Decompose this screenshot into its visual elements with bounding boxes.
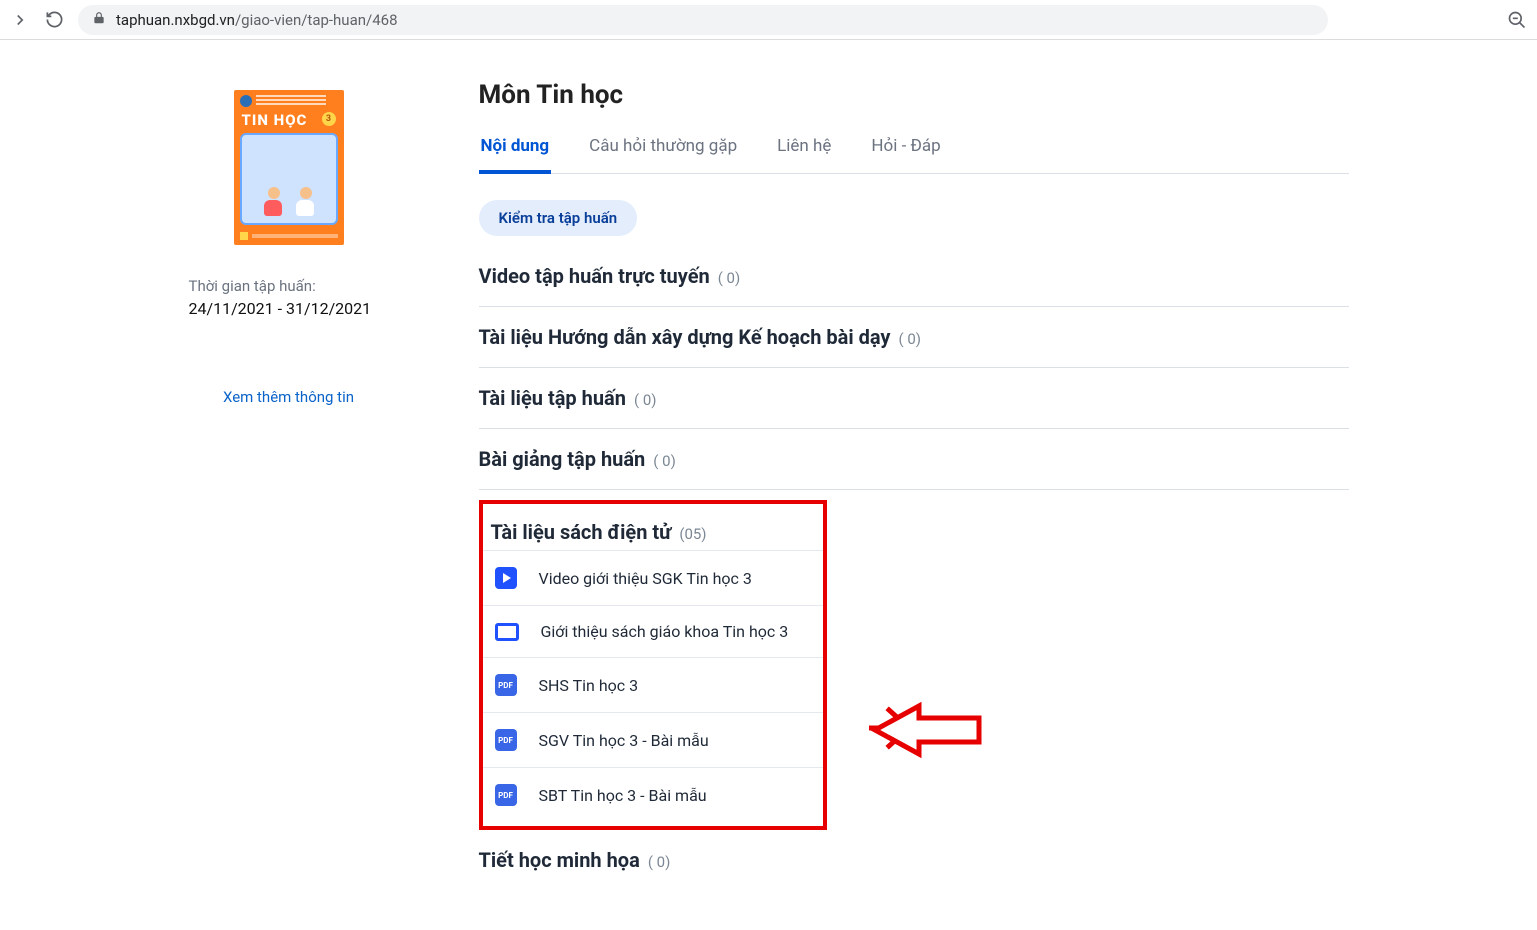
book-cover[interactable]: TIN HỌC 3 (234, 90, 344, 245)
section-count: ( 0) (653, 452, 676, 470)
reload-button[interactable] (44, 10, 64, 30)
ebook-item-label: SHS Tin học 3 (539, 676, 639, 695)
training-period-label: Thời gian tập huấn: (189, 277, 389, 295)
tab-hoi-dap[interactable]: Hỏi - Đáp (869, 128, 942, 173)
section-title: Tiết học minh họa (479, 848, 640, 872)
tab-cau-hoi[interactable]: Câu hỏi thường gặp (587, 128, 739, 173)
cover-title: TIN HỌC (234, 109, 316, 129)
sidebar: TIN HỌC 3 Thời gian tập huấn: 24/11/2021… (189, 60, 389, 890)
ebook-item[interactable]: PDF SBT Tin học 3 - Bài mẫu (483, 767, 823, 822)
forward-button[interactable] (10, 10, 30, 30)
training-period-value: 24/11/2021 - 31/12/2021 (189, 299, 389, 318)
ebook-highlight-box: Tài liệu sách điện tử (05) Video giới th… (479, 500, 827, 830)
ebook-item[interactable]: Giới thiệu sách giáo khoa Tin học 3 (483, 605, 823, 657)
ebook-item-label: Video giới thiệu SGK Tin học 3 (539, 569, 752, 588)
section-video[interactable]: Video tập huấn trực tuyến ( 0) (479, 246, 1349, 307)
section-title: Tài liệu tập huấn (479, 386, 626, 410)
section-count: (05) (679, 525, 706, 543)
section-lecture[interactable]: Bài giảng tập huấn ( 0) (479, 429, 1349, 490)
lock-icon (92, 11, 106, 29)
section-title: Video tập huấn trực tuyến (479, 264, 710, 288)
section-title: Tài liệu Hướng dẫn xây dựng Kế hoạch bài… (479, 325, 891, 349)
section-demo-lesson[interactable]: Tiết học minh họa ( 0) (479, 830, 1349, 890)
video-icon (495, 567, 517, 589)
publisher-logo-icon (240, 95, 252, 107)
exam-chip[interactable]: Kiểm tra tập huấn (479, 200, 638, 236)
tab-bar: Nội dung Câu hỏi thường gặp Liên hệ Hỏi … (479, 128, 1349, 174)
ebook-item[interactable]: Video giới thiệu SGK Tin học 3 (483, 550, 823, 605)
zoom-out-icon[interactable] (1507, 10, 1527, 30)
browser-chrome: taphuan.nxbgd.vn/giao-vien/tap-huan/468 (0, 0, 1537, 40)
page-title: Môn Tin học (479, 80, 1349, 110)
training-period: Thời gian tập huấn: 24/11/2021 - 31/12/2… (189, 277, 389, 318)
section-ebook[interactable]: Tài liệu sách điện tử (05) (483, 504, 823, 550)
more-info-link[interactable]: Xem thêm thông tin (223, 388, 354, 406)
main-content: Môn Tin học Nội dung Câu hỏi thường gặp … (479, 60, 1349, 890)
ebook-item[interactable]: PDF SGV Tin học 3 - Bài mẫu (483, 712, 823, 767)
section-count: ( 0) (648, 853, 671, 871)
section-guide[interactable]: Tài liệu Hướng dẫn xây dựng Kế hoạch bài… (479, 307, 1349, 368)
section-count: ( 0) (898, 330, 921, 348)
pdf-icon: PDF (495, 729, 517, 751)
section-title: Tài liệu sách điện tử (491, 520, 672, 544)
page-body: TIN HỌC 3 Thời gian tập huấn: 24/11/2021… (0, 40, 1537, 930)
tab-lien-he[interactable]: Liên hệ (775, 128, 833, 173)
slide-icon (495, 623, 519, 641)
ebook-item-label: Giới thiệu sách giáo khoa Tin học 3 (541, 622, 789, 641)
tab-noi-dung[interactable]: Nội dung (479, 128, 552, 174)
grade-badge: 3 (322, 112, 336, 126)
section-title: Bài giảng tập huấn (479, 447, 646, 471)
section-docs[interactable]: Tài liệu tập huấn ( 0) (479, 368, 1349, 429)
ebook-item-label: SBT Tin học 3 - Bài mẫu (539, 786, 707, 805)
ebook-item-label: SGV Tin học 3 - Bài mẫu (539, 731, 709, 750)
section-count: ( 0) (718, 269, 741, 287)
pdf-icon: PDF (495, 674, 517, 696)
section-count: ( 0) (634, 391, 657, 409)
pdf-icon: PDF (495, 784, 517, 806)
ebook-item[interactable]: PDF SHS Tin học 3 (483, 657, 823, 712)
url-text: taphuan.nxbgd.vn/giao-vien/tap-huan/468 (116, 11, 398, 29)
arrow-annotation-icon (869, 700, 989, 760)
address-bar[interactable]: taphuan.nxbgd.vn/giao-vien/tap-huan/468 (78, 5, 1328, 35)
